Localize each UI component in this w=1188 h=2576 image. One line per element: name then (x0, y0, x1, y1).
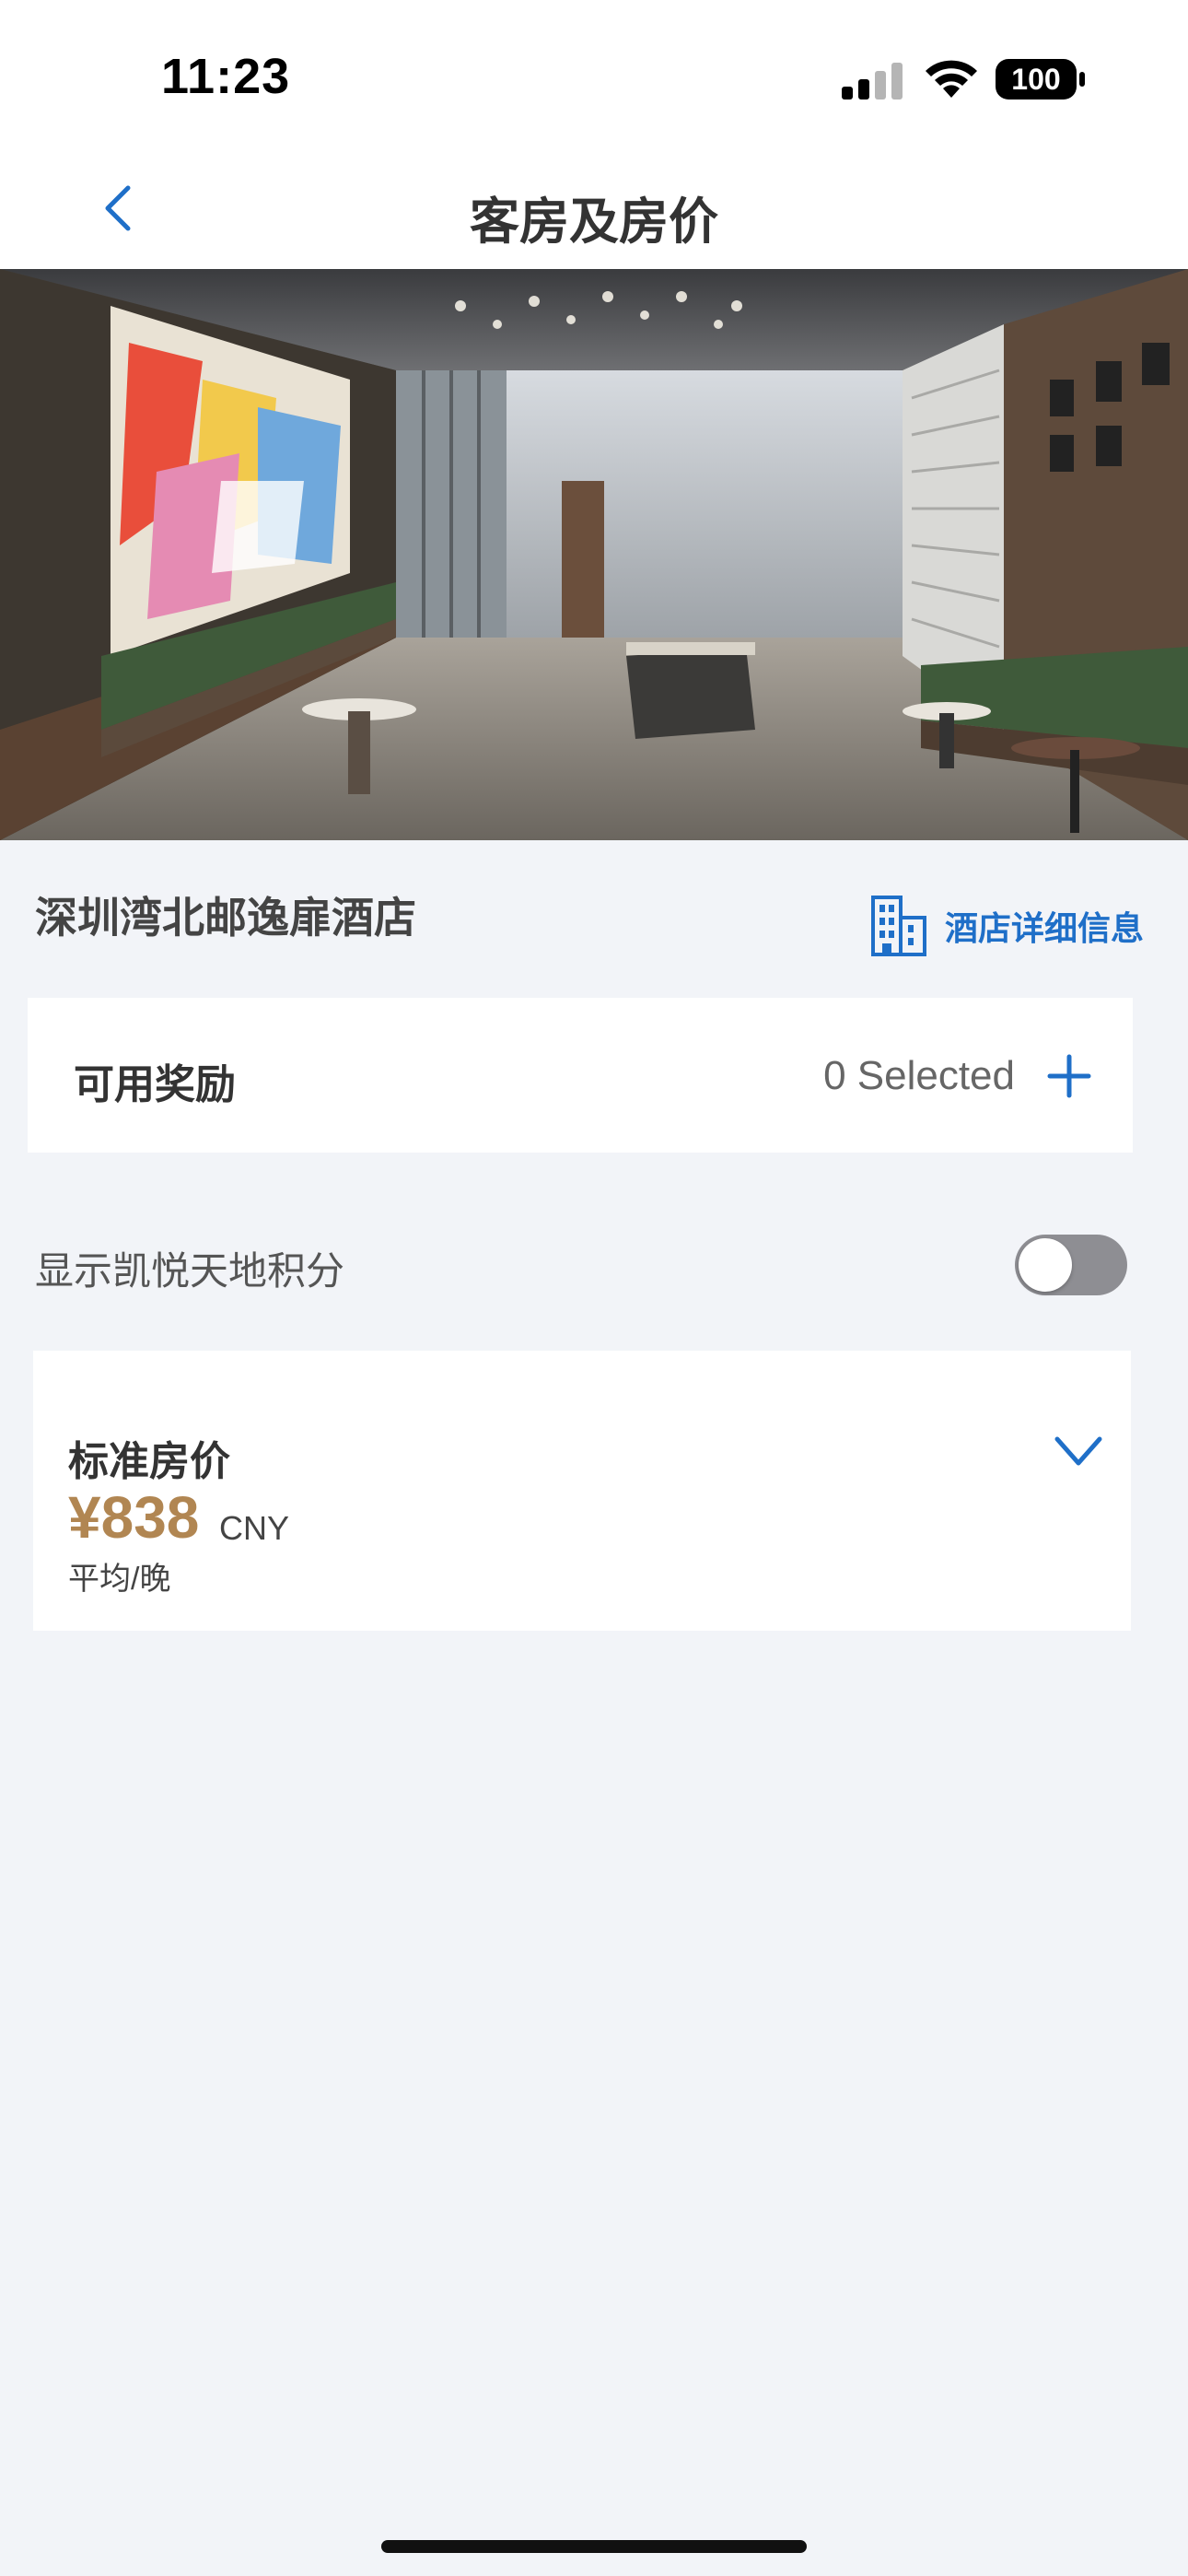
battery-level: 100 (1011, 63, 1060, 96)
points-toggle-row: 显示凯悦天地积分 (0, 1198, 1188, 1327)
signal-icon (842, 63, 903, 100)
building-icon (871, 896, 926, 956)
hotel-name: 深圳湾北邮逸扉酒店 (35, 894, 416, 942)
status-bar: 11:23 100 (0, 0, 1188, 147)
wifi-icon (926, 60, 977, 98)
toggle-knob (1019, 1238, 1072, 1292)
page-title: 客房及房价 (470, 194, 718, 250)
rewards-title: 可用奖励 (74, 1062, 236, 1107)
rate-title: 标准房价 (68, 1439, 230, 1484)
points-toggle-label: 显示凯悦天地积分 (35, 1249, 345, 1293)
hotel-details-label: 酒店详细信息 (945, 909, 1145, 947)
battery-icon: 100 (995, 57, 1087, 101)
plus-icon[interactable] (1046, 1053, 1092, 1099)
available-rewards-row[interactable]: 可用奖励 0 Selected (28, 998, 1133, 1153)
rate-unit: 平均/晚 (68, 1562, 171, 1597)
rewards-selected-count: 0 Selected (823, 1053, 1015, 1098)
hotel-header: 深圳湾北邮逸扉酒店 酒店详细信息 (0, 840, 1188, 997)
rate-price: ¥838 (68, 1484, 200, 1551)
hotel-photo (0, 269, 1188, 840)
home-indicator[interactable] (381, 2540, 807, 2553)
points-toggle[interactable] (1015, 1235, 1127, 1295)
nav-bar: 客房及房价 (0, 147, 1188, 269)
chevron-down-icon[interactable] (1054, 1434, 1103, 1470)
status-time: 11:23 (161, 49, 291, 104)
rate-currency: CNY (219, 1509, 290, 1547)
hotel-details-link[interactable]: 酒店详细信息 (869, 892, 1144, 960)
standard-rate-card[interactable]: 标准房价 ¥838 CNY 平均/晚 (33, 1351, 1131, 1631)
